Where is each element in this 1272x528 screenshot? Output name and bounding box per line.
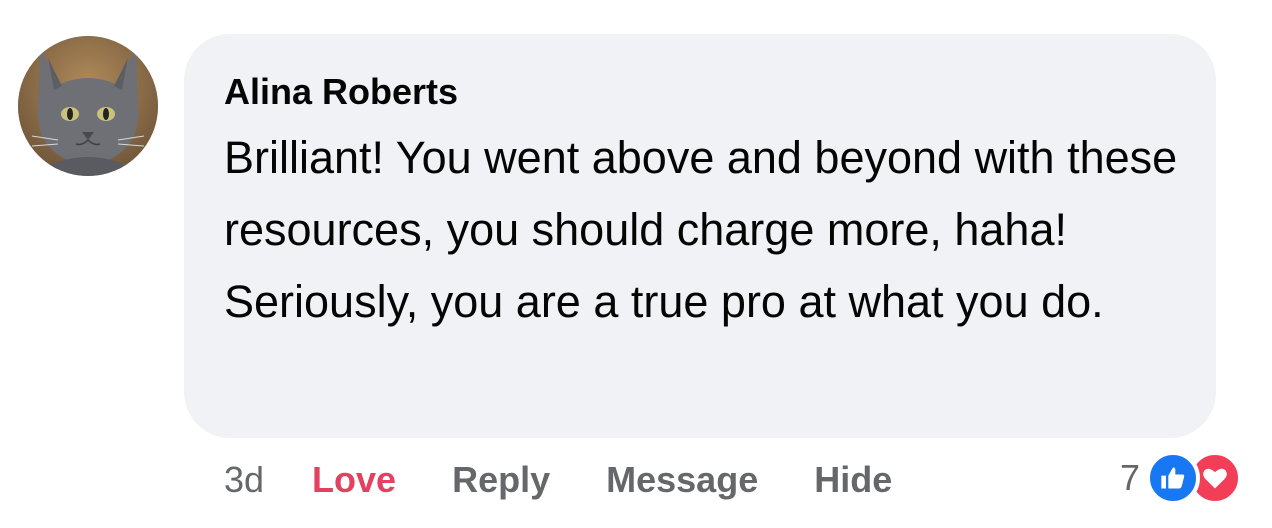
love-button[interactable]: Love (312, 459, 396, 501)
avatar[interactable] (18, 36, 158, 176)
comment-actions: 3d Love Reply Message Hide (224, 452, 948, 508)
reactions-summary[interactable]: 7 (1120, 450, 1242, 506)
cat-avatar-icon (18, 36, 158, 176)
hide-button[interactable]: Hide (814, 459, 892, 501)
reaction-count: 7 (1119, 457, 1140, 498)
reply-button[interactable]: Reply (452, 459, 550, 501)
comment-bubble: Alina Roberts Brilliant! You went above … (184, 34, 1216, 438)
message-button[interactable]: Message (606, 459, 758, 501)
comment-text: Brilliant! You went above and beyond wit… (224, 132, 1178, 327)
like-icon (1146, 451, 1200, 505)
comment-author[interactable]: Alina Roberts (224, 70, 458, 114)
comment-timestamp[interactable]: 3d (224, 459, 264, 501)
